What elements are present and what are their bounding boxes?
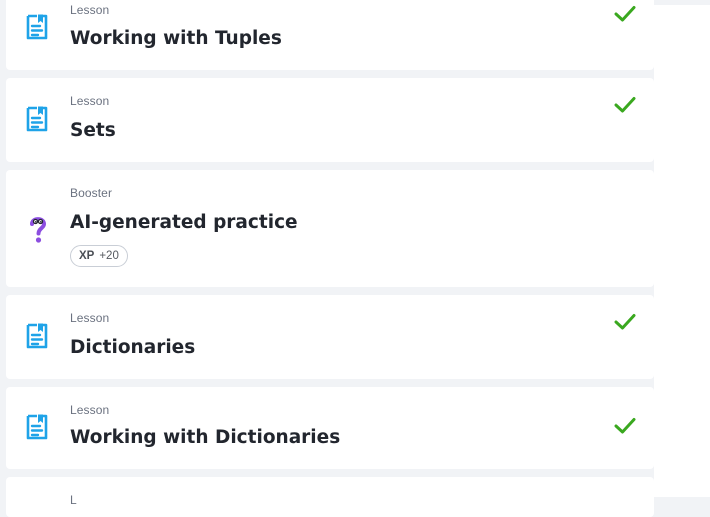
- item-title: Dictionaries: [70, 337, 196, 358]
- lesson-card-working-with-tuples[interactable]: Lesson Working with Tuples: [6, 0, 654, 70]
- document-icon: [26, 14, 48, 40]
- item-type-label: L: [70, 493, 77, 507]
- xp-badge: XP +20: [70, 245, 128, 267]
- question-mark-icon: [30, 217, 47, 243]
- document-icon: [26, 323, 48, 349]
- item-title: Sets: [70, 120, 116, 141]
- item-type-label: Booster: [70, 186, 113, 200]
- xp-value: +20: [99, 250, 119, 262]
- lesson-card-sets[interactable]: Lesson Sets: [6, 78, 654, 162]
- checkmark-icon: [614, 418, 636, 434]
- checkmark-icon: [614, 97, 636, 113]
- checkmark-icon: [614, 314, 636, 330]
- checkmark-icon: [614, 6, 636, 22]
- item-type-label: Lesson: [70, 94, 110, 108]
- lesson-card-partial[interactable]: L: [6, 477, 654, 517]
- item-type-label: Lesson: [70, 3, 110, 17]
- lesson-card-working-with-dictionaries[interactable]: Lesson Working with Dictionaries: [6, 387, 654, 469]
- xp-label: XP: [79, 250, 95, 262]
- item-type-label: Lesson: [70, 403, 110, 417]
- item-title: Working with Tuples: [70, 28, 282, 49]
- right-panel-background: [654, 5, 710, 497]
- document-icon: [26, 414, 48, 440]
- item-title: AI-generated practice: [70, 212, 298, 233]
- booster-card-ai-practice[interactable]: Booster AI-generated practice XP +20: [6, 170, 654, 287]
- item-title: Working with Dictionaries: [70, 427, 341, 448]
- lesson-card-dictionaries[interactable]: Lesson Dictionaries: [6, 295, 654, 379]
- document-icon: [26, 106, 48, 132]
- item-type-label: Lesson: [70, 311, 110, 325]
